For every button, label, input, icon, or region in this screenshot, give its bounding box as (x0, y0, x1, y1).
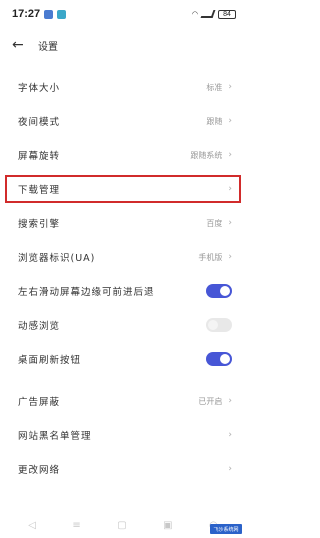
setting-label: 网站黑名单管理 (18, 431, 92, 442)
setting-search-engine[interactable]: 搜索引擎 百度 › (0, 206, 246, 240)
setting-font-size[interactable]: 字体大小 标准 › (0, 70, 246, 104)
chevron-right-icon: › (228, 464, 232, 474)
setting-label: 广告屏蔽 (18, 397, 61, 408)
page-title: 设置 (38, 41, 58, 53)
setting-dynamic-browsing: 动感浏览 (0, 308, 246, 342)
signal-icon (200, 10, 216, 18)
chevron-right-icon: › (228, 218, 232, 228)
setting-label: 更改网络 (18, 465, 61, 476)
setting-label: 字体大小 (18, 83, 61, 94)
nav-back-icon[interactable]: ◁ (28, 520, 36, 531)
dynamic-browsing-toggle[interactable] (206, 318, 232, 332)
section-divider (0, 376, 246, 384)
setting-refresh-button: 桌面刷新按钮 (0, 342, 246, 376)
chevron-right-icon: › (228, 430, 232, 440)
setting-value: 跟随 (206, 116, 223, 126)
setting-label: 桌面刷新按钮 (18, 355, 82, 366)
setting-network[interactable]: 更改网络 › (0, 452, 246, 486)
setting-value: 手机版 (198, 252, 223, 262)
swipe-navigation-toggle[interactable] (206, 284, 232, 298)
status-bar: 17:27 ◠ 84 (0, 0, 246, 28)
back-icon[interactable]: ← (12, 37, 30, 53)
status-time: 17:27 (12, 8, 41, 20)
setting-swipe-navigation: 左右滑动屏幕边缘可前进后退 (0, 274, 246, 308)
setting-label: 浏览器标识(UA) (18, 253, 96, 264)
tabs-icon[interactable]: ▣ (163, 520, 172, 531)
setting-screen-rotation[interactable]: 屏幕旋转 跟随系统 › (0, 138, 246, 172)
chevron-right-icon: › (228, 252, 232, 262)
battery-icon: 84 (218, 9, 236, 19)
setting-value: 百度 (206, 218, 223, 228)
watermark-logo: 飞沙系统网 (210, 524, 242, 534)
wifi-icon: ◠ (191, 10, 198, 18)
home-icon[interactable]: ▢ (117, 520, 126, 531)
setting-label: 夜间模式 (18, 117, 61, 128)
status-indicators: ◠ 84 (191, 9, 236, 19)
settings-list: 字体大小 标准 › 夜间模式 跟随 › 屏幕旋转 跟随系统 › 下载管理 › 搜… (0, 70, 246, 486)
chevron-right-icon: › (228, 396, 232, 406)
watermark-text: 飞沙系统网 (213, 526, 239, 533)
header: ← 设置 (0, 30, 246, 60)
chevron-right-icon: › (228, 150, 232, 160)
app-notification-icon (44, 9, 54, 19)
setting-ad-block[interactable]: 广告屏蔽 已开启 › (0, 384, 246, 418)
setting-user-agent[interactable]: 浏览器标识(UA) 手机版 › (0, 240, 246, 274)
highlight-box (5, 175, 241, 203)
setting-value: 已开启 (198, 396, 223, 406)
refresh-button-toggle[interactable] (206, 352, 232, 366)
setting-value: 标准 (206, 82, 223, 92)
setting-blacklist[interactable]: 网站黑名单管理 › (0, 418, 246, 452)
setting-label: 动感浏览 (18, 321, 61, 332)
menu-icon[interactable]: ≡ (72, 520, 80, 531)
setting-label: 左右滑动屏幕边缘可前进后退 (18, 287, 155, 298)
chevron-right-icon: › (228, 82, 232, 92)
app-notification-icon (57, 9, 67, 19)
chevron-right-icon: › (228, 116, 232, 126)
setting-value: 跟随系统 (190, 150, 223, 160)
setting-night-mode[interactable]: 夜间模式 跟随 › (0, 104, 246, 138)
setting-label: 搜索引擎 (18, 219, 61, 230)
setting-label: 屏幕旋转 (18, 151, 61, 162)
